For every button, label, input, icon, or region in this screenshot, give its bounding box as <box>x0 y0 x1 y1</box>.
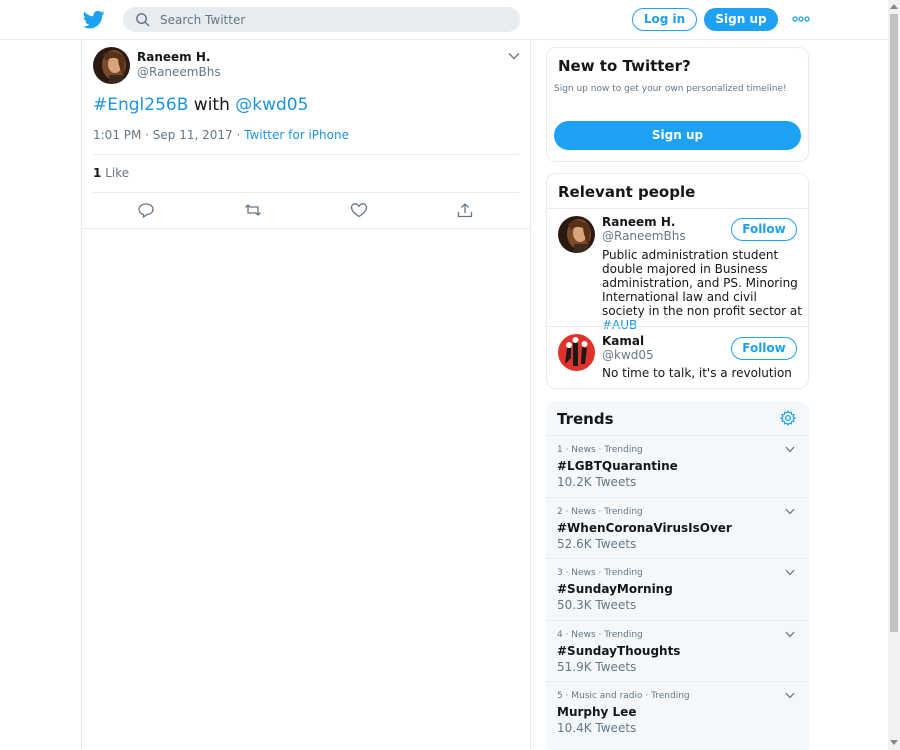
trend-meta: 1 · News · Trending <box>557 445 643 455</box>
signup-large-button[interactable]: Sign up <box>554 121 801 150</box>
trend-item[interactable]: 1 · News · Trending #LGBTQuarantine 10.2… <box>546 435 809 497</box>
follow-button[interactable]: Follow <box>731 218 797 241</box>
tweet-time[interactable]: 1:01 PM · Sep 11, 2017 · <box>93 128 244 142</box>
chevron-down-icon[interactable] <box>785 446 795 453</box>
trend-count: 52.6K Tweets <box>557 537 637 551</box>
trend-name[interactable]: #SundayThoughts <box>557 644 680 658</box>
chevron-down-icon[interactable] <box>785 631 795 638</box>
page-scrollbar[interactable] <box>888 0 900 750</box>
scroll-up-arrow-icon[interactable] <box>890 4 898 9</box>
relevant-people-card: Relevant people Raneem H. @RaneemBhs Fol… <box>546 173 809 389</box>
main-timeline-column: Raneem H. @RaneemBhs #Engl256B with @kwd… <box>81 40 531 750</box>
trend-name[interactable]: #WhenCoronaVirusIsOver <box>557 521 732 535</box>
trend-name[interactable]: #SundayMorning <box>557 582 673 596</box>
person-name[interactable]: Kamal <box>602 334 644 348</box>
person-avatar[interactable] <box>558 216 595 253</box>
tweet-text-middle: with <box>188 95 236 115</box>
twitter-bird-icon[interactable] <box>83 10 105 30</box>
divider <box>93 154 519 155</box>
person-avatar[interactable] <box>558 334 595 371</box>
person-bio: No time to talk, it's a revolution <box>602 366 792 380</box>
author-name[interactable]: Raneem H. <box>137 50 210 64</box>
trend-meta: 4 · News · Trending <box>557 630 643 640</box>
tweet-detail: Raneem H. @RaneemBhs #Engl256B with @kwd… <box>82 40 530 229</box>
trend-name[interactable]: #LGBTQuarantine <box>557 459 678 473</box>
trend-meta: 2 · News · Trending <box>557 507 643 517</box>
tweet-mention-link[interactable]: @kwd05 <box>235 95 308 115</box>
trends-card: Trends 1 · News · Trending #LGBTQuaranti… <box>546 401 809 750</box>
likes-label: Like <box>101 166 130 180</box>
like-icon[interactable] <box>350 202 368 218</box>
chevron-down-icon[interactable] <box>508 52 520 60</box>
trend-count: 10.4K Tweets <box>557 721 637 735</box>
trend-item[interactable]: 3 · News · Trending #SundayMorning 50.3K… <box>546 558 809 620</box>
trend-count: 10.2K Tweets <box>557 475 637 489</box>
chevron-down-icon[interactable] <box>785 508 795 515</box>
author-handle[interactable]: @RaneemBhs <box>137 65 221 79</box>
search-input[interactable] <box>160 7 500 32</box>
follow-button[interactable]: Follow <box>731 337 797 360</box>
more-options-icon[interactable] <box>792 12 810 26</box>
person-name[interactable]: Raneem H. <box>602 215 675 229</box>
trend-item[interactable]: 2 · News · Trending #WhenCoronaVirusIsOv… <box>546 497 809 559</box>
reply-icon[interactable] <box>137 202 155 218</box>
signup-button[interactable]: Sign up <box>704 8 778 31</box>
share-icon[interactable] <box>456 202 474 218</box>
divider <box>93 192 519 193</box>
new-to-twitter-subtitle: Sign up now to get your own personalized… <box>554 84 787 94</box>
new-to-twitter-title: New to Twitter? <box>558 57 691 75</box>
top-navigation-bar: Log in Sign up <box>0 0 888 40</box>
person-avatar-image <box>558 216 595 253</box>
tweet-source-link[interactable]: Twitter for iPhone <box>244 128 349 142</box>
search-box[interactable] <box>123 7 520 32</box>
person-handle[interactable]: @RaneemBhs <box>602 229 686 243</box>
trend-item[interactable]: 4 · News · Trending #SundayThoughts 51.9… <box>546 620 809 682</box>
trend-name[interactable]: Murphy Lee <box>557 705 636 719</box>
tweet-text: #Engl256B with @kwd05 <box>93 95 308 115</box>
search-icon <box>136 13 150 27</box>
trend-meta: 5 · Music and radio · Trending <box>557 691 690 701</box>
divider <box>547 326 808 327</box>
relevant-people-title: Relevant people <box>558 183 696 201</box>
tweet-hashtag-link[interactable]: #Engl256B <box>93 95 188 115</box>
chevron-down-icon[interactable] <box>785 569 795 576</box>
gear-icon[interactable] <box>780 410 796 426</box>
author-avatar-image <box>93 47 130 84</box>
chevron-down-icon[interactable] <box>785 692 795 699</box>
divider <box>547 208 808 209</box>
bio-hashtag-link[interactable]: #AUB <box>602 318 637 332</box>
trend-count: 51.9K Tweets <box>557 660 637 674</box>
person-handle[interactable]: @kwd05 <box>602 348 654 362</box>
likes-stat[interactable]: 1 Like <box>93 166 129 180</box>
new-to-twitter-card: New to Twitter? Sign up now to get your … <box>546 47 809 162</box>
person-bio-text: Public administration student double maj… <box>602 248 802 318</box>
trend-count: 50.3K Tweets <box>557 598 637 612</box>
tweet-timestamp: 1:01 PM · Sep 11, 2017 · Twitter for iPh… <box>93 128 349 142</box>
trends-title: Trends <box>557 410 614 428</box>
person-avatar-image <box>558 334 595 371</box>
person-bio: Public administration student double maj… <box>602 248 802 332</box>
scrollbar-thumb[interactable] <box>890 14 898 632</box>
trend-item[interactable]: 5 · Music and radio · Trending Murphy Le… <box>546 681 809 743</box>
trend-meta: 3 · News · Trending <box>557 568 643 578</box>
retweet-icon[interactable] <box>244 202 262 218</box>
login-button[interactable]: Log in <box>632 8 697 31</box>
scroll-down-arrow-icon[interactable] <box>890 740 898 745</box>
author-avatar[interactable] <box>93 47 130 84</box>
